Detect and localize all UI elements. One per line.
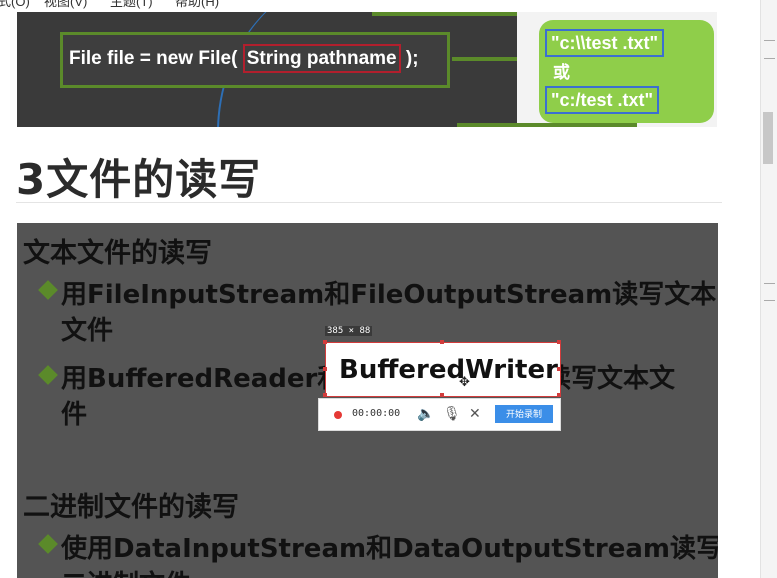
scrollbar-marker bbox=[764, 283, 775, 284]
menu-help[interactable]: 帮助(H) bbox=[175, 0, 219, 8]
code-suffix: ); bbox=[400, 48, 419, 69]
resize-handle[interactable] bbox=[557, 367, 561, 371]
resize-handle[interactable] bbox=[323, 340, 327, 344]
section1-title: 文本文件的读写 bbox=[23, 238, 212, 269]
section2-title: 二进制文件的读写 bbox=[23, 492, 239, 523]
scrollbar-marker bbox=[764, 40, 775, 41]
menu-theme[interactable]: 主题(T) bbox=[110, 0, 153, 8]
code-highlight: String pathname bbox=[242, 44, 401, 73]
microphone-icon[interactable]: 🎙 bbox=[443, 405, 461, 422]
bullet1-line1: 用FileInputStream和FileOutputStream读写文本 bbox=[61, 280, 717, 310]
bottom-bar-decoration bbox=[457, 123, 637, 127]
resize-handle[interactable] bbox=[323, 367, 327, 371]
close-icon[interactable]: ✕ bbox=[469, 405, 481, 422]
menu-format[interactable]: 式(O) bbox=[0, 0, 30, 8]
slide-image-file-constructor: File file = new File( String pathname );… bbox=[17, 12, 717, 127]
resize-handle[interactable] bbox=[557, 393, 561, 397]
scrollbar-marker bbox=[764, 300, 775, 301]
record-indicator-icon bbox=[334, 411, 342, 419]
move-cursor-icon: ✥ bbox=[459, 374, 470, 389]
scrollbar-marker bbox=[764, 58, 775, 59]
diamond-bullet-icon bbox=[38, 365, 58, 385]
diamond-bullet-icon bbox=[38, 534, 58, 554]
code-line: File file = new File( String pathname ); bbox=[69, 44, 419, 73]
resize-handle[interactable] bbox=[557, 340, 561, 344]
path-backslash: "c:\\test .txt" bbox=[545, 29, 665, 57]
start-recording-button[interactable]: 开始录制 bbox=[495, 405, 553, 423]
selected-text: BufferedWriter bbox=[339, 355, 558, 385]
vertical-scrollbar[interactable] bbox=[760, 0, 777, 578]
menubar: 式(O) 视图(V) 主题(T) 帮助(H) bbox=[0, 0, 760, 12]
recording-timer: 00:00:00 bbox=[352, 408, 401, 419]
selection-size-label: 385 × 88 bbox=[325, 326, 373, 336]
code-prefix: File file = new File( bbox=[69, 48, 243, 69]
diamond-bullet-icon bbox=[38, 280, 58, 300]
section-heading: 3文件的读写 bbox=[16, 155, 262, 204]
menu-view[interactable]: 视图(V) bbox=[44, 0, 87, 8]
or-label: 或 bbox=[553, 63, 570, 82]
bullet2-line2: 件 bbox=[61, 400, 88, 430]
bullet2-before: 用BufferedReader和 bbox=[61, 364, 344, 394]
recording-toolbar: 00:00:00 🔈 🎙 ✕ 开始录制 bbox=[318, 398, 561, 431]
heading-divider bbox=[16, 202, 722, 203]
bullet3-line1: 使用DataInputStream和DataOutputStream读写 bbox=[61, 534, 718, 564]
bullet1-line2: 文件 bbox=[61, 316, 114, 346]
scrollbar-thumb[interactable] bbox=[763, 112, 773, 164]
resize-handle[interactable] bbox=[323, 393, 327, 397]
resize-handle[interactable] bbox=[440, 393, 444, 397]
path-slash: "c:/test .txt" bbox=[545, 86, 660, 114]
bullet3-line2: 二进制文件 bbox=[61, 564, 191, 578]
speaker-icon[interactable]: 🔈 bbox=[417, 405, 434, 422]
bullet2-after: 读写文本文 bbox=[545, 364, 676, 394]
arrow-line bbox=[452, 57, 527, 61]
resize-handle[interactable] bbox=[440, 340, 444, 344]
